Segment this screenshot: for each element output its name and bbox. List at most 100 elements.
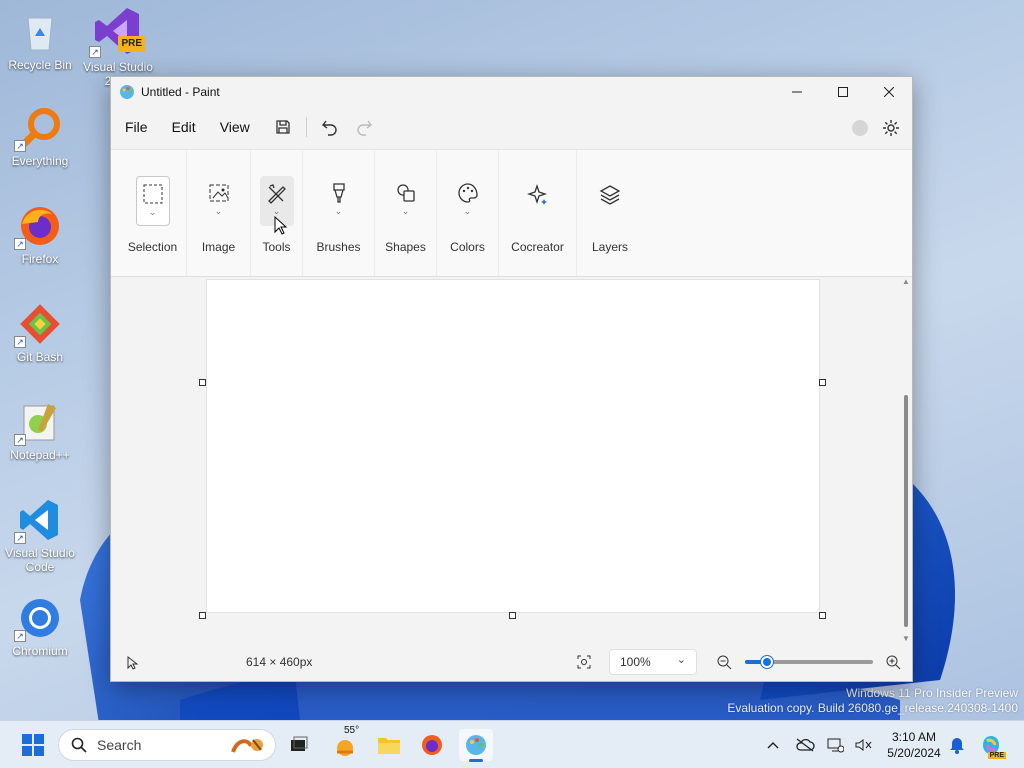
- zoom-value: 100%: [620, 655, 651, 669]
- desktop-icon-label: Chromium: [12, 644, 68, 658]
- ribbon-group-tools: ⌄ Tools: [251, 150, 303, 276]
- menu-view[interactable]: View: [212, 113, 258, 141]
- resize-handle[interactable]: [199, 612, 206, 619]
- zoom-select[interactable]: 100% ⌄: [609, 649, 697, 675]
- drawing-canvas[interactable]: [206, 279, 820, 613]
- start-button[interactable]: [16, 729, 50, 761]
- onedrive-button[interactable]: [788, 729, 822, 761]
- system-clock[interactable]: 3:10 AM 5/20/2024: [882, 729, 946, 761]
- menu-edit[interactable]: Edit: [164, 113, 204, 141]
- sparkle-icon: [526, 183, 547, 205]
- scrollbar-thumb[interactable]: [904, 395, 908, 627]
- chevron-up-icon: [767, 742, 779, 749]
- canvas-size-readout: 614 × 460px: [246, 655, 313, 669]
- desktop-icon-firefox[interactable]: ↗ Firefox: [0, 204, 80, 266]
- zoom-in-icon[interactable]: [885, 654, 901, 670]
- zoom-out-icon[interactable]: [716, 654, 732, 670]
- volume-button[interactable]: [846, 729, 880, 761]
- paint-window: Untitled - Paint File Edit View ⌄ Select…: [110, 76, 913, 682]
- redo-button[interactable]: [347, 112, 381, 142]
- gear-icon: [883, 120, 899, 136]
- visual-studio-icon: PRE ↗: [89, 6, 145, 58]
- account-avatar[interactable]: [852, 120, 868, 136]
- undo-button[interactable]: [313, 112, 347, 142]
- shapes-button[interactable]: ⌄: [389, 176, 423, 226]
- paint-taskbar-button[interactable]: [459, 729, 493, 762]
- paint-app-icon: [120, 85, 134, 99]
- chevron-down-icon: ⌄: [214, 206, 223, 216]
- resize-handle[interactable]: [509, 612, 516, 619]
- vscode-icon: ↗: [14, 498, 62, 544]
- clock-time: 3:10 AM: [891, 730, 937, 744]
- brushes-button[interactable]: ⌄: [322, 176, 356, 226]
- selection-icon: [143, 184, 162, 204]
- desktop-icon-label: Everything: [11, 154, 69, 168]
- desktop-icon-label: Visual Studio Code: [5, 546, 75, 574]
- resize-handle[interactable]: [199, 379, 206, 386]
- scroll-up-arrow-icon[interactable]: ▲: [902, 277, 910, 286]
- maximize-button[interactable]: [820, 77, 866, 107]
- show-hidden-icons-button[interactable]: [756, 729, 790, 761]
- git-bash-icon: ↗: [14, 302, 62, 348]
- desktop-icon-everything[interactable]: ↗ Everything: [0, 106, 80, 168]
- notifications-button[interactable]: [940, 729, 974, 761]
- clock-date: 5/20/2024: [887, 746, 941, 760]
- menu-bar: File Edit View: [111, 107, 912, 147]
- fit-to-window-icon[interactable]: [577, 655, 591, 669]
- desktop-icon-label: Recycle Bin: [8, 58, 72, 72]
- resize-handle[interactable]: [819, 379, 826, 386]
- layers-button[interactable]: [593, 176, 627, 226]
- ribbon-group-image: ⌄ Image: [187, 150, 251, 276]
- desktop-icon-recycle-bin[interactable]: Recycle Bin: [0, 10, 80, 72]
- taskbar-search[interactable]: Search: [58, 729, 276, 761]
- ribbon-label: Colors: [450, 240, 485, 254]
- zoom-slider[interactable]: [745, 656, 873, 668]
- widgets-weather-button[interactable]: 55°: [328, 725, 362, 761]
- copilot-button[interactable]: PRE: [974, 729, 1008, 761]
- desktop-icon-notepad-plus-plus[interactable]: ↗ Notepad++: [0, 400, 80, 462]
- ribbon-group-colors: ⌄ Colors: [437, 150, 499, 276]
- status-bar: 614 × 460px 100% ⌄: [111, 643, 912, 681]
- tools-icon: [267, 184, 286, 204]
- task-view-button[interactable]: [282, 729, 316, 761]
- firefox-taskbar-button[interactable]: [415, 729, 449, 761]
- network-icon: [827, 738, 844, 753]
- notepad-plus-plus-icon: ↗: [14, 400, 62, 446]
- desktop-icon-chromium[interactable]: ↗ Chromium: [0, 596, 80, 658]
- minimize-button[interactable]: [774, 77, 820, 107]
- shortcut-arrow-icon: ↗: [14, 630, 26, 642]
- resize-handle[interactable]: [819, 612, 826, 619]
- toolbar-divider: [305, 117, 307, 137]
- ribbon-label: Tools: [262, 240, 291, 254]
- shapes-icon: [396, 184, 415, 202]
- firefox-icon: ↗: [14, 204, 62, 250]
- image-button[interactable]: ⌄: [202, 176, 236, 226]
- task-view-icon: [291, 736, 308, 751]
- cocreator-button[interactable]: [521, 176, 555, 226]
- chevron-down-icon: ⌄: [148, 207, 157, 217]
- menu-file[interactable]: File: [117, 113, 156, 141]
- vertical-scrollbar[interactable]: ▲ ▼: [902, 277, 910, 643]
- layers-icon: [599, 185, 621, 205]
- settings-button[interactable]: [876, 113, 906, 143]
- chevron-down-icon: ⌄: [401, 206, 410, 216]
- colors-button[interactable]: ⌄: [451, 176, 485, 226]
- desktop-icon-vscode[interactable]: ↗ Visual Studio Code: [0, 498, 80, 574]
- chevron-down-icon: ⌄: [676, 654, 686, 666]
- selection-button[interactable]: ⌄: [135, 176, 170, 226]
- watermark-line: Evaluation copy. Build 26080.ge_release.…: [727, 701, 1018, 715]
- file-explorer-button[interactable]: [372, 729, 406, 761]
- desktop-icon-git-bash[interactable]: ↗ Git Bash: [0, 302, 80, 364]
- chevron-down-icon: ⌄: [334, 206, 343, 216]
- shortcut-arrow-icon: ↗: [14, 238, 26, 250]
- close-button[interactable]: [866, 77, 912, 107]
- ribbon-label: Shapes: [385, 240, 426, 254]
- scroll-down-arrow-icon[interactable]: ▼: [902, 634, 910, 643]
- title-bar[interactable]: Untitled - Paint: [111, 77, 912, 107]
- save-icon: [276, 120, 290, 134]
- weather-temperature: 55°: [344, 725, 360, 736]
- windows-watermark: Windows 11 Pro Insider Preview Evaluatio…: [727, 686, 1018, 716]
- zoom-slider-knob[interactable]: [761, 656, 773, 668]
- save-button[interactable]: [266, 112, 300, 142]
- shortcut-arrow-icon: ↗: [14, 434, 26, 446]
